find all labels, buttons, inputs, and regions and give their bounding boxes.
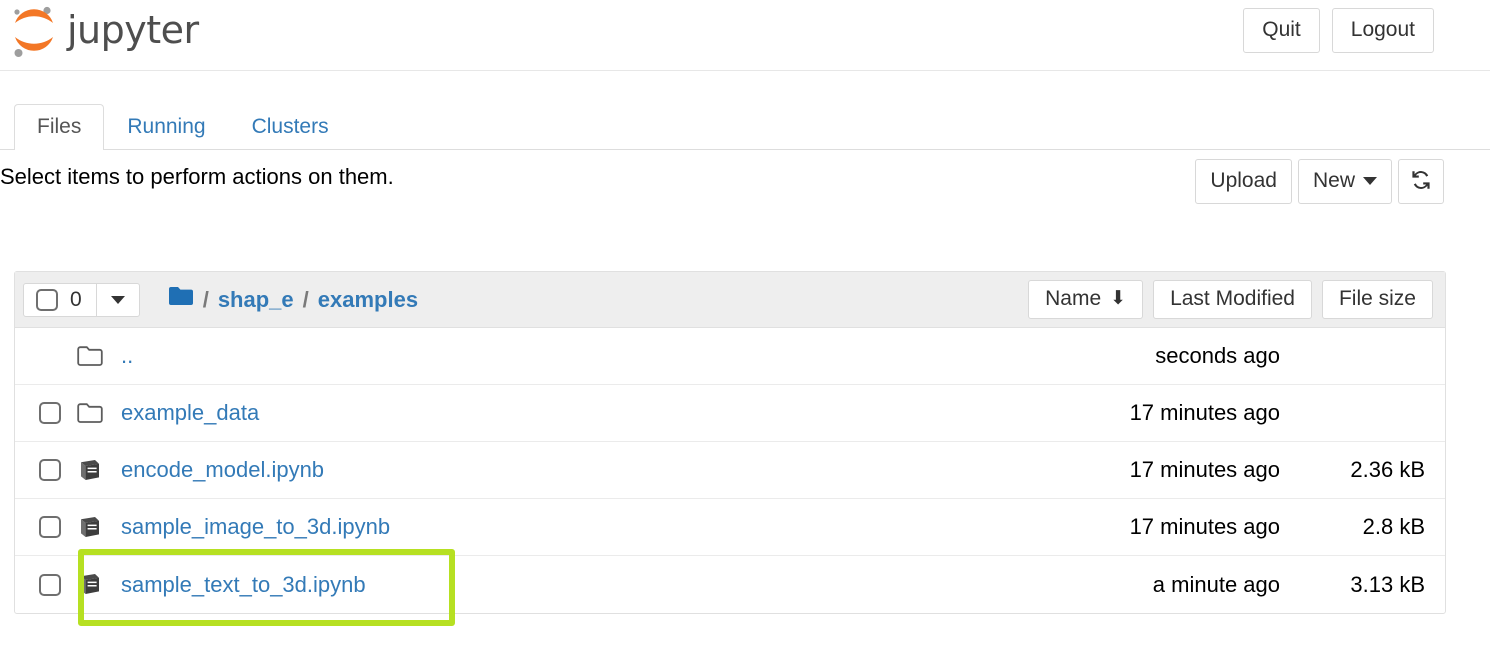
row-checkbox[interactable] [39, 516, 61, 538]
file-name-cell: encode_model.ipynb [121, 457, 1038, 483]
jupyter-file-browser-page: jupyter Quit Logout Files Running Cluste… [0, 0, 1490, 649]
file-name-cell: sample_image_to_3d.ipynb [121, 514, 1038, 540]
table-row[interactable]: sample_image_to_3d.ipynb 17 minutes ago … [15, 499, 1445, 556]
sort-by-last-modified-button[interactable]: Last Modified [1153, 279, 1312, 320]
last-modified-cell: 17 minutes ago [1129, 400, 1280, 425]
last-modified-cell: a minute ago [1152, 571, 1280, 597]
folder-home-icon[interactable] [168, 286, 194, 313]
tab-clusters[interactable]: Clusters [229, 104, 352, 150]
file-link-sample_image_to_3d[interactable]: sample_image_to_3d.ipynb [121, 514, 390, 539]
row-checkbox[interactable] [39, 459, 61, 481]
brand[interactable]: jupyter [8, 4, 199, 60]
select-all-control[interactable]: 0 [24, 284, 96, 316]
new-dropdown-button[interactable]: New [1297, 159, 1392, 204]
row-checkbox-slot [23, 516, 77, 538]
caret-down-icon [1363, 176, 1377, 185]
table-row[interactable]: .. seconds ago [15, 328, 1445, 385]
refresh-button[interactable] [1398, 159, 1444, 204]
last-modified-cell: 17 minutes ago [1129, 514, 1280, 539]
notebook-icon [77, 516, 121, 539]
last-modified-cell: 17 minutes ago [1129, 457, 1280, 482]
row-checkbox[interactable] [39, 573, 61, 596]
logout-button[interactable]: Logout [1331, 8, 1434, 54]
tab-running[interactable]: Running [104, 104, 228, 150]
row-checkbox-slot [23, 573, 77, 596]
breadcrumb-link-examples[interactable]: examples [318, 287, 418, 313]
upload-button-label: Upload [1210, 168, 1277, 192]
file-link-encode_model[interactable]: encode_model.ipynb [121, 457, 324, 482]
notebook-icon [77, 459, 121, 482]
sort-by-file-size-button[interactable]: File size [1321, 279, 1433, 320]
tab-files[interactable]: Files [14, 103, 105, 150]
select-all-dropdown-button[interactable] [95, 283, 139, 316]
file-size-cell: 3.13 kB [1350, 571, 1425, 597]
select-all-checkbox[interactable] [36, 288, 58, 311]
notebook-icon [77, 573, 121, 596]
folder-icon [77, 345, 121, 367]
file-link-parent-directory[interactable]: .. [121, 343, 133, 368]
arrow-down-icon: ⬇ [1110, 288, 1127, 309]
breadcrumb: / shap_e / examples [168, 283, 418, 317]
file-name-cell: sample_text_to_3d.ipynb [121, 572, 1038, 598]
jupyter-logo-icon [8, 4, 60, 60]
toolbar-buttons: Upload New [1195, 159, 1444, 204]
sort-by-name-button[interactable]: Name ⬇ [1028, 279, 1144, 320]
file-list-sort-controls: Name ⬇ Last Modified File size [1028, 279, 1433, 320]
row-checkbox-slot [23, 402, 77, 424]
file-name-cell: .. [121, 343, 1038, 369]
header-actions: Quit Logout [1243, 8, 1434, 54]
table-row[interactable]: sample_text_to_3d.ipynb a minute ago 3.1… [15, 556, 1445, 613]
last-modified-cell: seconds ago [1155, 343, 1280, 368]
file-size-cell: 2.8 kB [1362, 514, 1425, 539]
file-size-cell: 2.36 kB [1350, 457, 1425, 482]
upload-button[interactable]: Upload [1195, 159, 1292, 204]
row-checkbox-slot [23, 459, 77, 481]
sort-name-label: Name [1045, 286, 1102, 310]
file-link-example_data[interactable]: example_data [121, 400, 259, 425]
select-all-group: 0 [23, 282, 140, 317]
file-name-cell: example_data [121, 400, 1038, 426]
new-button-label: New [1312, 168, 1355, 192]
quit-button[interactable]: Quit [1243, 8, 1320, 54]
tab-bar: Files Running Clusters [0, 102, 1490, 150]
brand-title: jupyter [67, 8, 199, 52]
breadcrumb-link-shap_e[interactable]: shap_e [218, 287, 294, 313]
selected-count: 0 [70, 288, 82, 311]
file-link-sample_text_to_3d[interactable]: sample_text_to_3d.ipynb [121, 572, 366, 597]
caret-down-icon [110, 295, 125, 304]
row-checkbox[interactable] [39, 402, 61, 424]
page-header: jupyter Quit Logout [0, 0, 1490, 71]
folder-icon [77, 402, 121, 424]
file-list: 0 / shap_e / examples Name ⬇ Last Modifi… [14, 271, 1446, 614]
table-row[interactable]: encode_model.ipynb 17 minutes ago 2.36 k… [15, 442, 1445, 499]
selection-hint-text: Select items to perform actions on them. [0, 164, 394, 189]
file-list-header: 0 / shap_e / examples Name ⬇ Last Modifi… [15, 272, 1445, 328]
breadcrumb-separator-1: / [202, 286, 209, 312]
table-row[interactable]: example_data 17 minutes ago [15, 385, 1445, 442]
breadcrumb-separator-2: / [302, 286, 309, 312]
file-list-header-left: 0 / shap_e / examples [23, 282, 418, 317]
refresh-icon [1409, 168, 1433, 195]
toolbar: Select items to perform actions on them.… [0, 150, 1490, 212]
